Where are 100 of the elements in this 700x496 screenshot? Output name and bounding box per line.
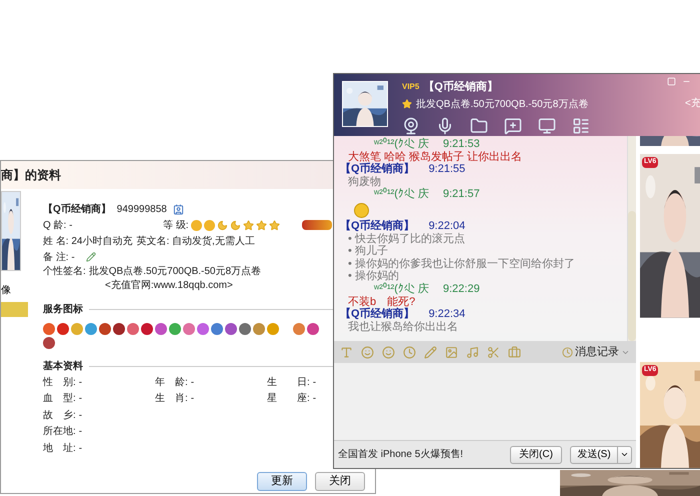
field-value: - [190, 392, 194, 406]
field-value: - [312, 392, 316, 406]
face-icon[interactable] [382, 346, 395, 358]
monitor-icon[interactable] [538, 116, 556, 134]
star-icon [402, 99, 412, 109]
service-icon[interactable] [141, 323, 153, 335]
message-time: 9:21:53 [443, 138, 480, 151]
sender-name: 【Q币经销商】 [340, 163, 415, 176]
field-value: - [78, 376, 82, 390]
moon-icon [216, 220, 228, 230]
service-icon[interactable] [307, 323, 319, 335]
sender-name: ʷ²⁰¹²(ｸ尐 庆 [374, 188, 429, 201]
field-label: 地 址: [43, 442, 76, 456]
sun-icon [204, 220, 215, 230]
field-label: 星 座: [267, 392, 310, 406]
sender-name: 【Q币经销商】 [340, 308, 415, 321]
qq-number: 949999858 [116, 202, 167, 216]
dialog-button[interactable]: 关闭 [315, 472, 365, 491]
sun-icon [190, 220, 202, 230]
service-icon[interactable] [99, 323, 111, 335]
signature-label: 个性签名: [43, 264, 86, 279]
message-text: 我也让猴岛给你出出名 [347, 320, 459, 334]
message-text: • 快去你妈了比的滚元点 [347, 232, 466, 245]
image-icon[interactable] [445, 346, 458, 358]
service-icon[interactable] [43, 337, 55, 349]
field-value: - [78, 442, 82, 456]
service-icon[interactable] [211, 323, 223, 335]
send-options-button[interactable] [618, 446, 632, 464]
section-heading: 基本资料 [43, 360, 83, 374]
message-time: 9:22:04 [428, 220, 466, 232]
microphone-icon[interactable] [436, 116, 454, 134]
grin-emoji-icon [354, 202, 369, 218]
signature-text: <充值官网:www.18qqb.com> [105, 278, 233, 292]
field-label: 年 龄: [155, 376, 188, 390]
field-text: 备 注: - [43, 250, 75, 264]
field-label: 故 乡: [43, 408, 76, 423]
service-icon[interactable] [127, 323, 139, 335]
service-icon[interactable] [197, 323, 209, 335]
signature-text: 批发QB点卷.50元700QB.-50元8万点卷 [88, 264, 262, 279]
field-text: 英文名: 自动发货,无需人工 [136, 234, 255, 248]
ad-text[interactable]: 全国首发 iPhone 5火爆预售! [338, 447, 502, 462]
dialog-button[interactable]: 更新 [257, 472, 307, 491]
message-text: 不装b 能死? [348, 296, 416, 308]
field-label: 生 肖: [155, 392, 188, 406]
chat-add-icon[interactable] [504, 116, 522, 134]
folder-icon[interactable] [470, 116, 488, 134]
message-time: 9:21:55 [428, 163, 466, 176]
star-icon [242, 220, 254, 230]
vip-label: VIP5 [402, 81, 420, 94]
message-text: 狗废物 [347, 176, 381, 188]
music-icon[interactable] [466, 346, 479, 358]
star-icon [268, 220, 280, 230]
scissors-icon[interactable] [487, 346, 500, 358]
star-icon [256, 220, 267, 230]
history-button[interactable]: 消息记录 [562, 344, 630, 360]
webcam-icon[interactable] [402, 116, 420, 134]
message-time: 9:22:34 [428, 308, 466, 321]
message-text: • 狗儿子 [347, 245, 389, 258]
field-text: Q 龄: - [43, 218, 72, 232]
moon-icon [230, 220, 241, 230]
service-icon[interactable] [43, 323, 55, 335]
service-icon[interactable] [239, 323, 251, 335]
edit-icon[interactable] [424, 346, 437, 358]
clock-icon [562, 346, 573, 358]
field-value: - [312, 376, 316, 390]
profile-name: 【Q币经销商】 [43, 202, 111, 216]
briefcase-icon[interactable] [508, 346, 521, 358]
contact-icon[interactable] [172, 204, 184, 214]
message-text: 大煞笔 哈哈 猴岛发帖子 让你出出名 [348, 150, 524, 163]
service-icon[interactable] [155, 323, 167, 335]
message-time: 9:22:29 [443, 282, 480, 296]
avatar-caption: 像 [1, 284, 12, 298]
sender-name: 【Q币经销商】 [340, 220, 415, 233]
field-value: - [78, 425, 82, 440]
clock-icon[interactable] [403, 346, 416, 358]
field-label: 性 别: [43, 376, 76, 390]
service-icon[interactable] [225, 323, 237, 335]
service-icon[interactable] [57, 323, 69, 335]
send-button[interactable]: 发送(S) [570, 446, 618, 464]
caret-icon [620, 450, 629, 459]
restore-icon[interactable] [667, 77, 676, 86]
section-heading: 服务图标 [43, 302, 83, 317]
smiley-icon[interactable] [361, 346, 374, 358]
service-icon[interactable] [113, 323, 125, 335]
field-label: 等 级: [163, 218, 189, 232]
field-value: - [78, 392, 82, 406]
message-time: 9:21:57 [443, 188, 480, 201]
edit-icon[interactable] [86, 252, 96, 262]
field-text: 姓 名: 24小时自动充 [43, 234, 132, 248]
message-text: • 操你妈的 [347, 270, 400, 282]
window-title: 商】的资料 [1, 167, 61, 184]
field-label: 血 型: [43, 392, 76, 406]
field-value: - [78, 408, 82, 423]
list-icon[interactable] [572, 116, 590, 134]
font-icon[interactable] [340, 346, 353, 358]
contact-signature: 批发QB点卷.50元700QB.-50元8万点卷 [416, 98, 588, 112]
field-label: 生 日: [267, 376, 310, 390]
field-label: 所在地: [43, 424, 76, 440]
highlight-bar [1, 302, 28, 317]
close-button[interactable]: 关闭(C) [510, 446, 562, 464]
